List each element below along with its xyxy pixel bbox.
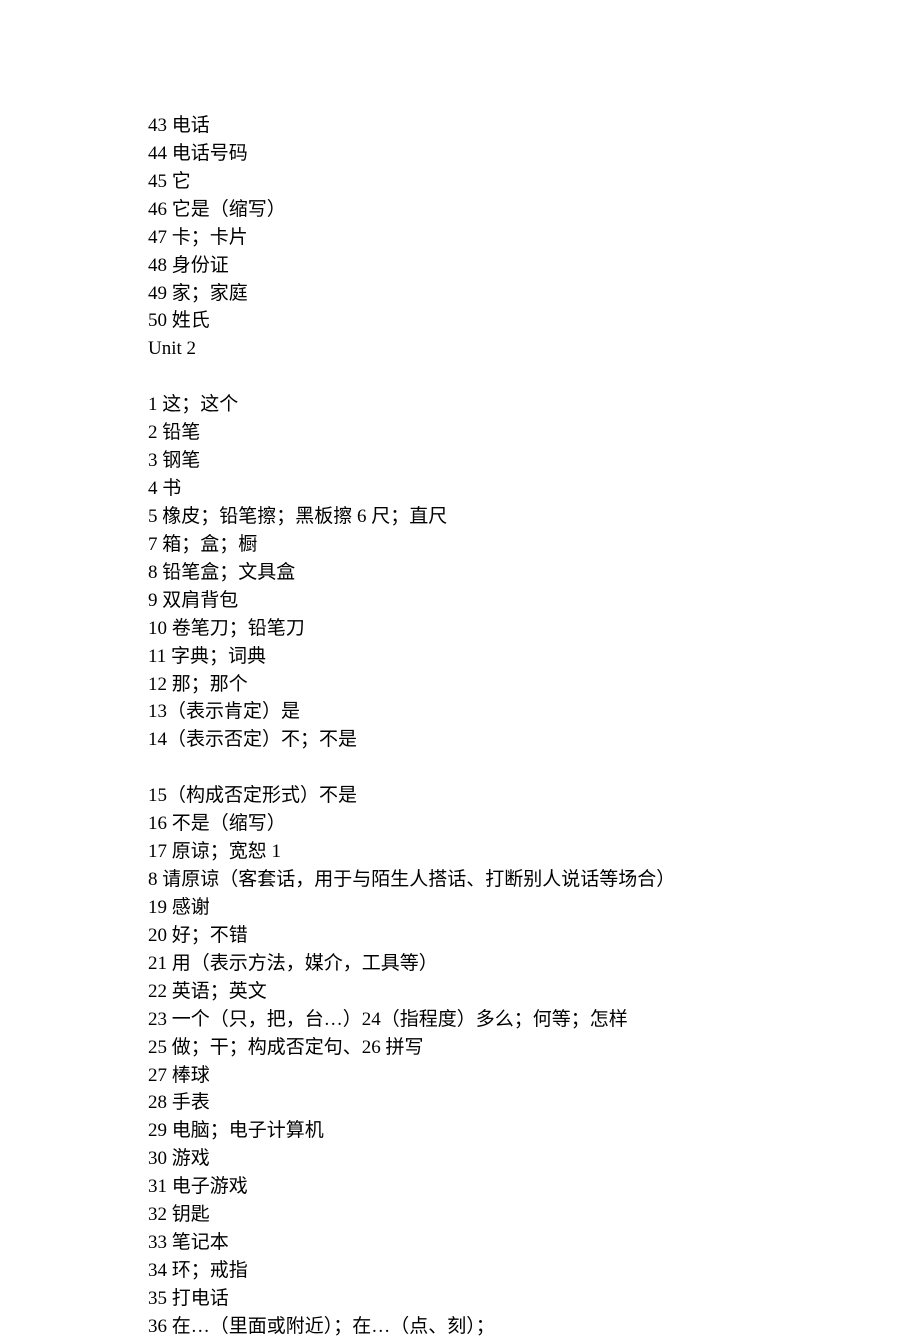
- text-line: 3 钢笔: [148, 447, 920, 475]
- text-line: 2 铅笔: [148, 419, 920, 447]
- text-line: 10 卷笔刀；铅笔刀: [148, 615, 920, 643]
- text-line: 34 环；戒指: [148, 1257, 920, 1285]
- text-line: 43 电话: [148, 112, 920, 140]
- text-line: 5 橡皮；铅笔擦；黑板擦 6 尺；直尺: [148, 503, 920, 531]
- text-line: 23 一个（只，把，台…）24（指程度）多么；何等；怎样: [148, 1006, 920, 1034]
- text-line: 17 原谅；宽恕 1: [148, 838, 920, 866]
- text-line: 35 打电话: [148, 1285, 920, 1313]
- text-line: 11 字典；词典: [148, 643, 920, 671]
- text-line: 21 用（表示方法，媒介，工具等）: [148, 950, 920, 978]
- blank-line: [148, 754, 920, 782]
- text-line: 47 卡；卡片: [148, 224, 920, 252]
- document-content: 43 电话44 电话号码45 它46 它是（缩写）47 卡；卡片48 身份证49…: [148, 112, 920, 1341]
- text-line: 20 好；不错: [148, 922, 920, 950]
- text-line: 9 双肩背包: [148, 587, 920, 615]
- text-line: 29 电脑；电子计算机: [148, 1117, 920, 1145]
- text-line: 12 那；那个: [148, 671, 920, 699]
- text-line: 44 电话号码: [148, 140, 920, 168]
- text-line: 25 做；干；构成否定句、26 拼写: [148, 1034, 920, 1062]
- text-line: 8 请原谅（客套话，用于与陌生人搭话、打断别人说话等场合）: [148, 866, 920, 894]
- text-line: 45 它: [148, 168, 920, 196]
- text-line: 16 不是（缩写）: [148, 810, 920, 838]
- blank-line: [148, 363, 920, 391]
- text-line: 14（表示否定）不；不是: [148, 726, 920, 754]
- text-line: 31 电子游戏: [148, 1173, 920, 1201]
- text-line: 50 姓氏: [148, 307, 920, 335]
- text-line: 1 这；这个: [148, 391, 920, 419]
- text-line: 36 在…（里面或附近）；在…（点、刻）；: [148, 1313, 920, 1341]
- text-line: 48 身份证: [148, 252, 920, 280]
- text-line: 4 书: [148, 475, 920, 503]
- text-line: 46 它是（缩写）: [148, 196, 920, 224]
- text-line: 33 笔记本: [148, 1229, 920, 1257]
- text-line: 30 游戏: [148, 1145, 920, 1173]
- text-line: 32 钥匙: [148, 1201, 920, 1229]
- text-line: 7 箱；盒；橱: [148, 531, 920, 559]
- text-line: 27 棒球: [148, 1062, 920, 1090]
- text-line: 13（表示肯定）是: [148, 698, 920, 726]
- text-line: Unit 2: [148, 335, 920, 363]
- text-line: 8 铅笔盒；文具盒: [148, 559, 920, 587]
- text-line: 15（构成否定形式）不是: [148, 782, 920, 810]
- text-line: 22 英语；英文: [148, 978, 920, 1006]
- text-line: 49 家；家庭: [148, 280, 920, 308]
- text-line: 19 感谢: [148, 894, 920, 922]
- text-line: 28 手表: [148, 1089, 920, 1117]
